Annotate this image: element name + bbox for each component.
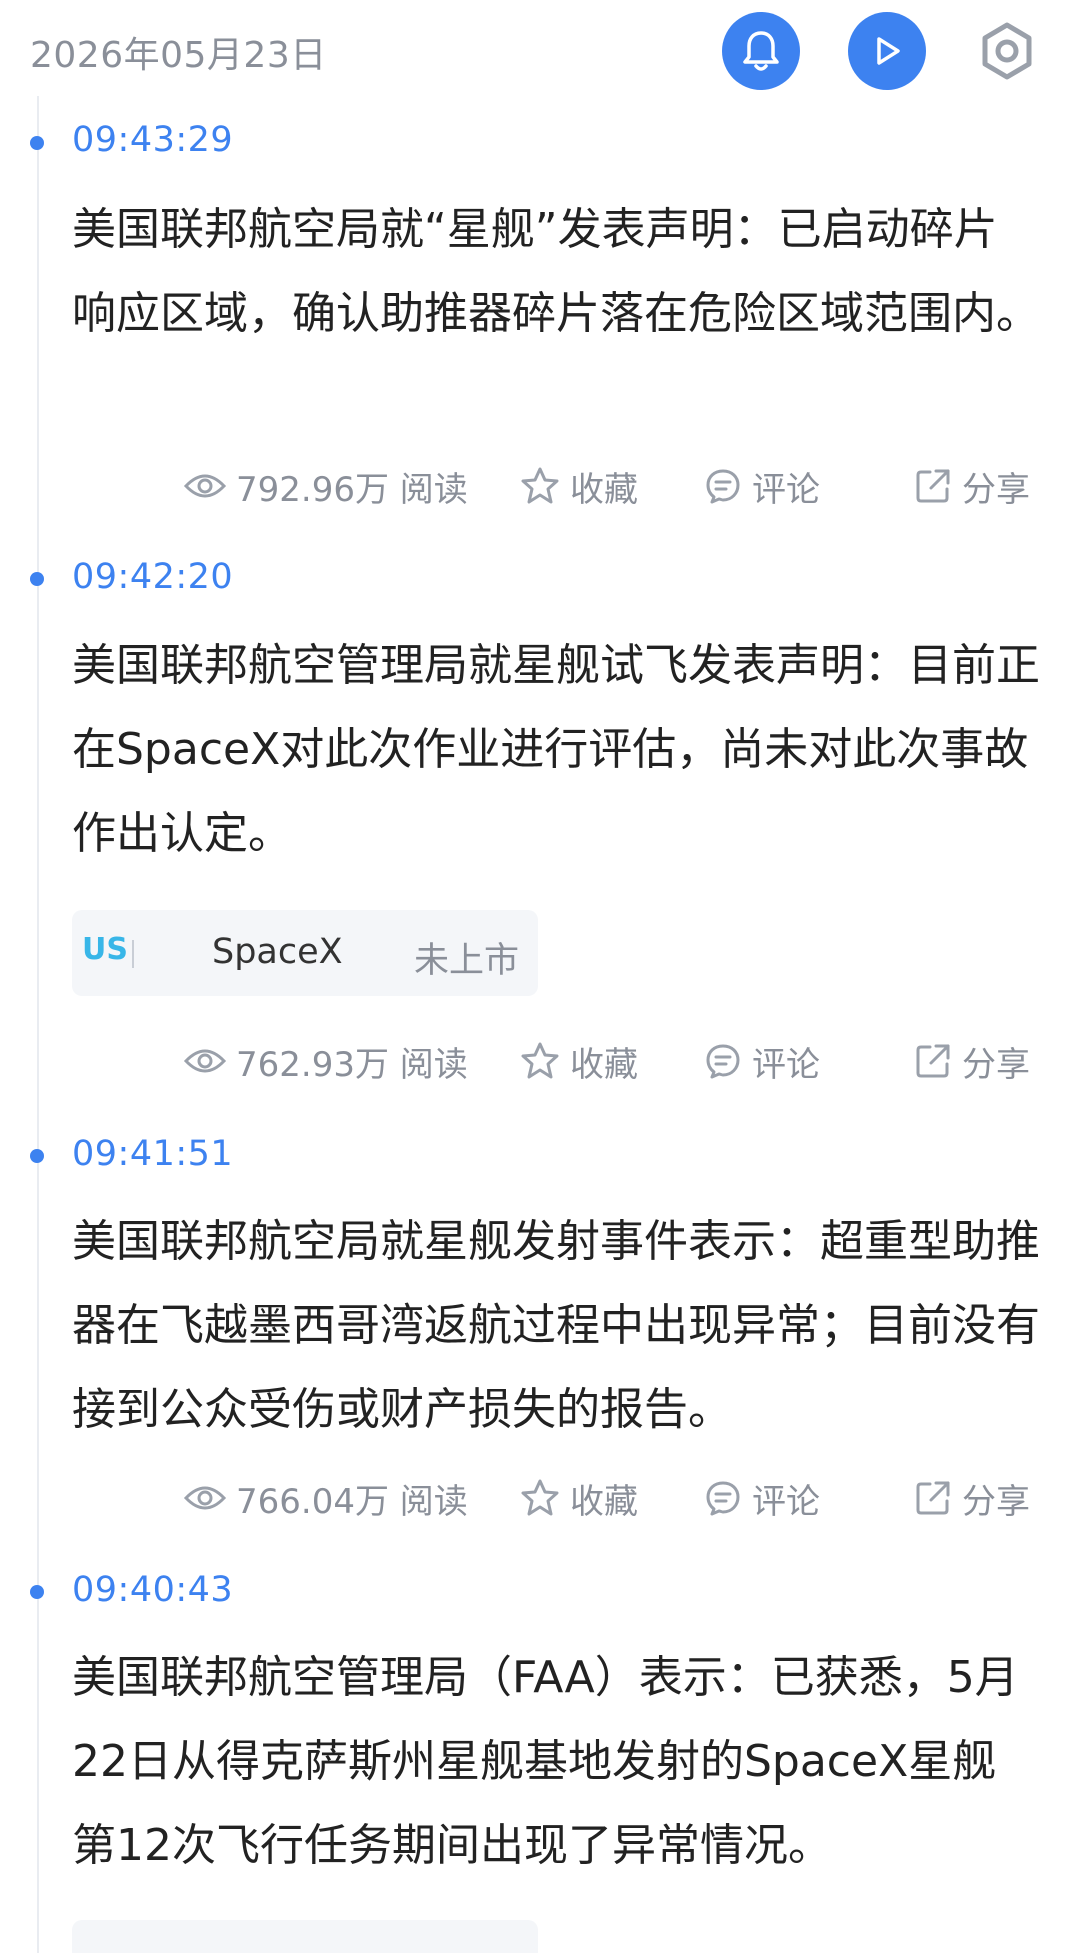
share-label: 分享 bbox=[962, 1481, 1030, 1522]
comment-button[interactable]: 评论 bbox=[704, 1031, 820, 1091]
comment-button[interactable]: 评论 bbox=[704, 1468, 820, 1528]
comment-icon bbox=[706, 469, 740, 504]
favorite-label: 收藏 bbox=[570, 1044, 638, 1085]
read-count: 762.93万 阅读 bbox=[184, 1031, 468, 1091]
timeline-dot bbox=[30, 136, 44, 150]
favorite-button[interactable]: 收藏 bbox=[520, 456, 638, 516]
bell-icon bbox=[743, 31, 779, 71]
eye-icon bbox=[184, 474, 226, 498]
read-count: 792.96万 阅读 bbox=[184, 456, 468, 516]
listing-status: 未上市 bbox=[414, 941, 520, 981]
star-icon bbox=[521, 1042, 559, 1079]
star-icon bbox=[521, 467, 559, 504]
comment-label: 评论 bbox=[752, 1044, 820, 1085]
news-actions: 766.04万 阅读 收藏 评论 分享 bbox=[0, 1468, 1080, 1528]
eye-icon bbox=[184, 1049, 226, 1073]
news-text[interactable]: 美国联邦航空局就“星舰”发表声明：已启动碎片响应区域，确认助推器碎片落在危险区域… bbox=[72, 188, 1040, 356]
share-button[interactable]: 分享 bbox=[914, 1031, 1030, 1091]
star-icon bbox=[521, 1479, 559, 1516]
read-count-label: 792.96万 阅读 bbox=[236, 469, 468, 510]
comment-icon bbox=[706, 1044, 740, 1079]
header: 2026年05月23日 bbox=[0, 0, 1080, 100]
gear-icon bbox=[982, 22, 1032, 80]
share-button[interactable]: 分享 bbox=[914, 1468, 1030, 1528]
comment-button[interactable]: 评论 bbox=[704, 456, 820, 516]
timeline-line bbox=[37, 96, 39, 1953]
share-label: 分享 bbox=[962, 1044, 1030, 1085]
comment-label: 评论 bbox=[752, 469, 820, 510]
stock-name: SpaceX bbox=[212, 932, 343, 972]
news-time: 09:42:20 bbox=[72, 557, 234, 597]
news-text[interactable]: 美国联邦航空管理局（FAA）表示：已获悉，5月22日从得克萨斯州星舰基地发射的S… bbox=[72, 1636, 1040, 1888]
share-icon bbox=[916, 469, 950, 503]
date-label: 2026年05月23日 bbox=[30, 35, 327, 76]
tag-divider bbox=[132, 940, 134, 968]
timeline-dot bbox=[30, 1149, 44, 1163]
comment-label: 评论 bbox=[752, 1481, 820, 1522]
share-button[interactable]: 分享 bbox=[914, 456, 1030, 516]
news-actions: 762.93万 阅读 收藏 评论 分享 bbox=[0, 1031, 1080, 1091]
news-actions: 792.96万 阅读 收藏 评论 分享 bbox=[0, 456, 1080, 516]
news-time: 09:40:43 bbox=[72, 1570, 234, 1610]
share-icon bbox=[916, 1044, 950, 1078]
favorite-label: 收藏 bbox=[570, 1481, 638, 1522]
read-count-label: 766.04万 阅读 bbox=[236, 1481, 468, 1522]
news-text[interactable]: 美国联邦航空管理局就星舰试飞发表声明：目前正在SpaceX对此次作业进行评估，尚… bbox=[72, 624, 1040, 876]
comment-icon bbox=[706, 1481, 740, 1516]
play-button[interactable] bbox=[848, 12, 926, 90]
market-badge: US bbox=[82, 932, 128, 967]
timeline-dot bbox=[30, 572, 44, 586]
settings-button[interactable] bbox=[968, 12, 1046, 90]
share-icon bbox=[916, 1481, 950, 1515]
stock-tag[interactable]: US SpaceX 未上市 bbox=[72, 910, 538, 996]
read-count: 766.04万 阅读 bbox=[184, 1468, 468, 1528]
timeline-dot bbox=[30, 1585, 44, 1599]
notification-button[interactable] bbox=[722, 12, 800, 90]
share-label: 分享 bbox=[962, 469, 1030, 510]
news-time: 09:43:29 bbox=[72, 120, 234, 160]
read-count-label: 762.93万 阅读 bbox=[236, 1044, 468, 1085]
favorite-button[interactable]: 收藏 bbox=[520, 1031, 638, 1091]
play-icon bbox=[877, 37, 900, 65]
news-time: 09:41:51 bbox=[72, 1134, 234, 1174]
stock-tag-partial[interactable] bbox=[72, 1920, 538, 1953]
favorite-label: 收藏 bbox=[570, 469, 638, 510]
eye-icon bbox=[184, 1486, 226, 1510]
news-text[interactable]: 美国联邦航空局就星舰发射事件表示：超重型助推器在飞越墨西哥湾返航过程中出现异常；… bbox=[72, 1200, 1040, 1452]
favorite-button[interactable]: 收藏 bbox=[520, 1468, 638, 1528]
